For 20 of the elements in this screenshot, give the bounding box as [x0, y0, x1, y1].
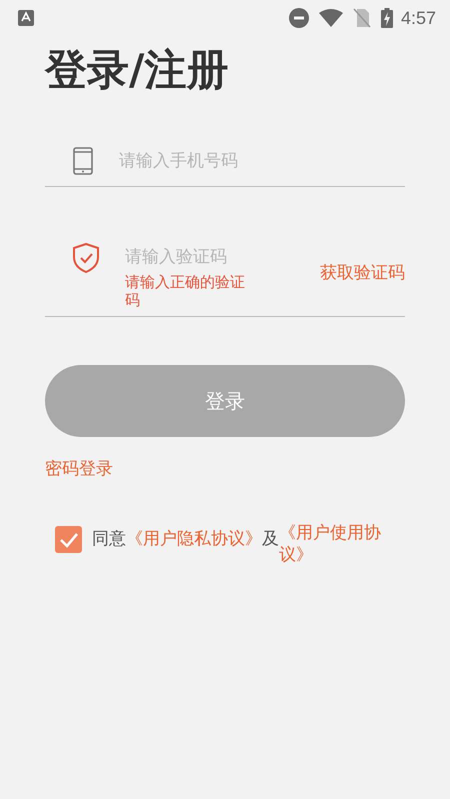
check-icon [58, 532, 78, 548]
get-code-button[interactable]: 获取验证码 [320, 261, 405, 284]
agreement-checkbox[interactable] [55, 526, 82, 553]
verification-code-field[interactable]: 请输入验证码 [125, 241, 295, 273]
do-not-disturb-icon [288, 8, 309, 28]
battery-charging-icon [380, 8, 393, 28]
shield-check-icon [73, 243, 99, 273]
error-message: 请输入正确的验证码 [125, 273, 246, 309]
terms-of-use-link[interactable]: 《用户使用协议》 [279, 522, 387, 566]
phone-icon [73, 147, 93, 175]
privacy-policy-link[interactable]: 《用户隐私协议》 [126, 524, 262, 554]
no-sim-icon [352, 8, 371, 28]
clock-time: 4:57 [400, 8, 436, 28]
and-label: 及 [262, 528, 279, 551]
wifi-icon [318, 9, 343, 27]
password-login-link[interactable]: 密码登录 [45, 457, 113, 480]
page-title: 登录/注册 [45, 44, 230, 96]
app-notification-icon [18, 10, 34, 26]
agree-label: 同意 [92, 528, 126, 551]
phone-number-field[interactable]: 请输入手机号码 [119, 151, 289, 171]
